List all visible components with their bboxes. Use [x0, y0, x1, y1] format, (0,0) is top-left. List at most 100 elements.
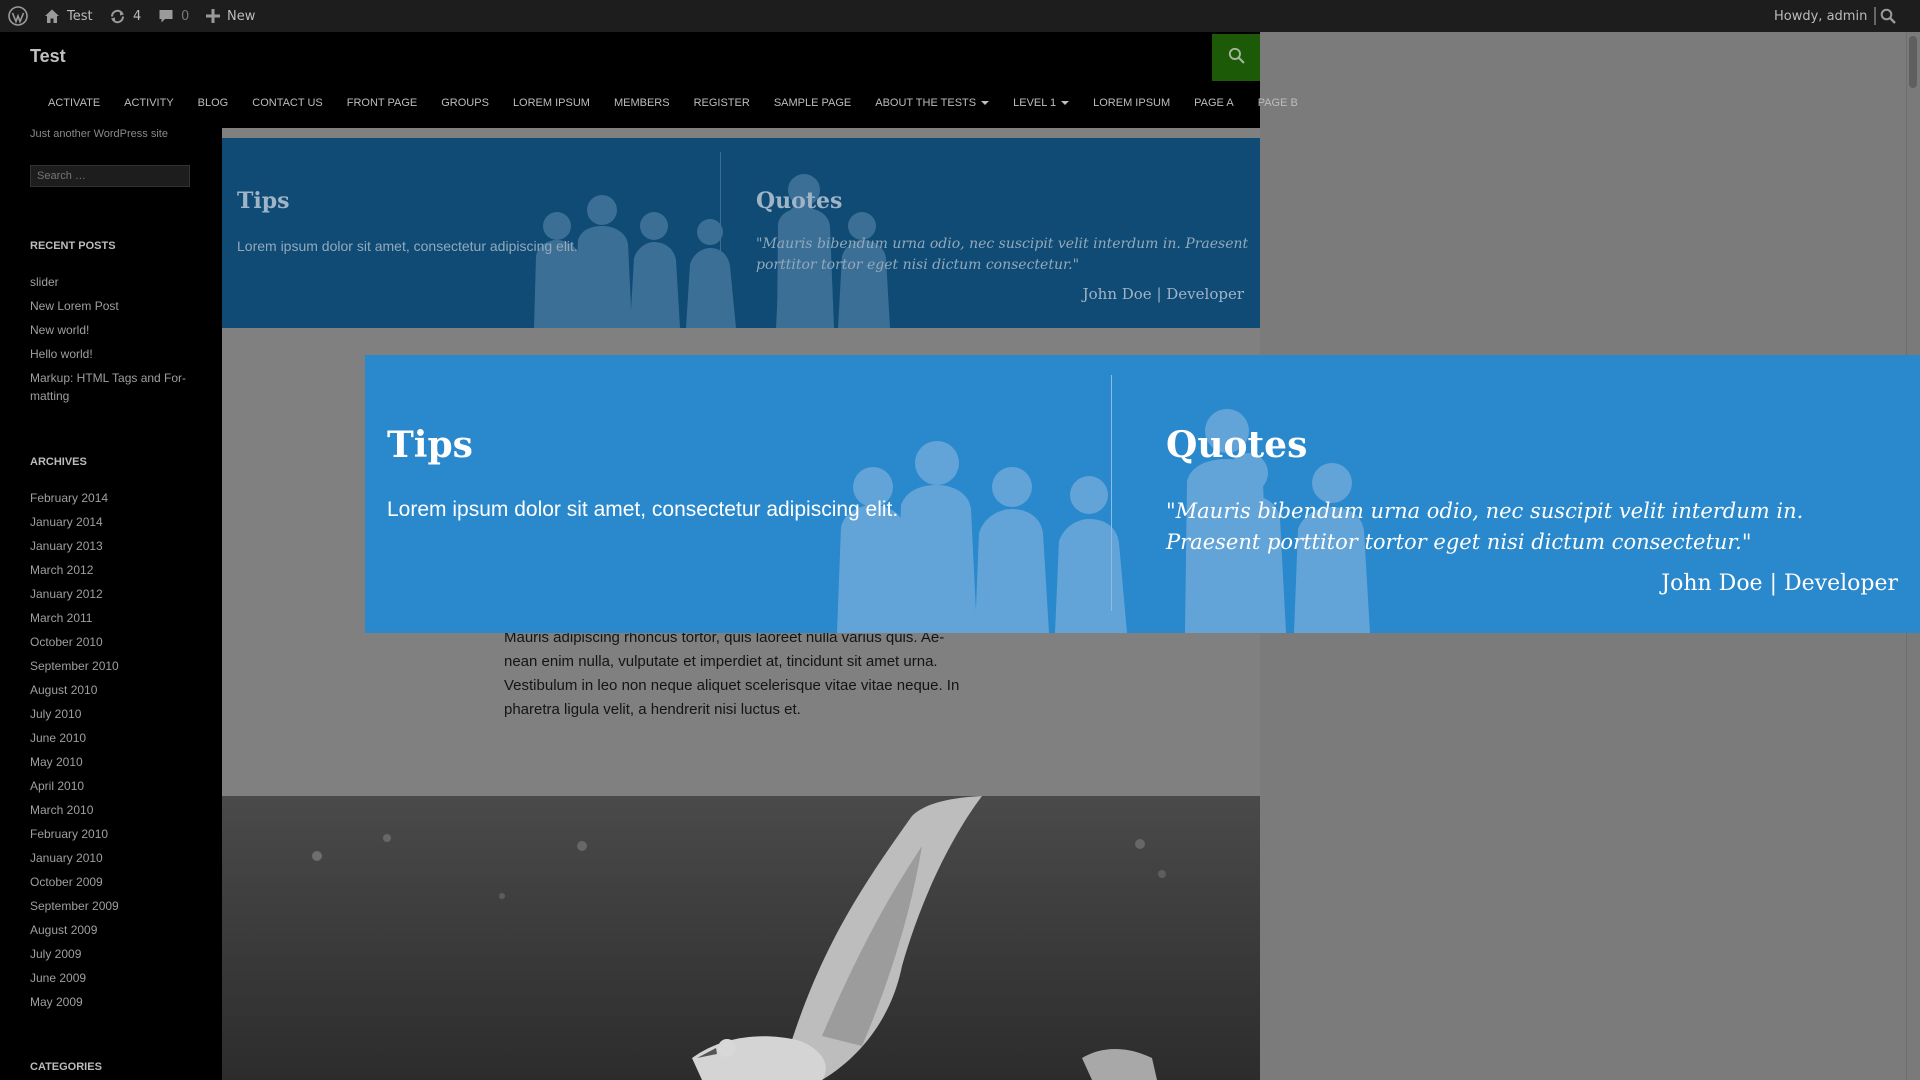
plus-icon — [206, 9, 220, 23]
nav-item-activate[interactable]: ACTIVATE — [48, 97, 100, 109]
content-line: nean enim nulla, vulputate et imperdiet … — [504, 653, 938, 670]
nav-item-label: ACTIVATE — [48, 97, 101, 109]
sidebar-search-input[interactable] — [30, 165, 190, 187]
recent-posts-title: RECENT POSTS — [30, 240, 116, 252]
list-item[interactable]: June 2009 — [30, 966, 119, 990]
list-item[interactable]: June 2010 — [30, 726, 119, 750]
list-item[interactable]: September 2009 — [30, 894, 119, 918]
site-title[interactable]: Test — [30, 46, 66, 67]
search-toggle-button[interactable] — [1212, 34, 1260, 81]
tips-text: Lorem ipsum dolor sit amet, consectetur … — [237, 238, 578, 254]
nav-item-label: BLOG — [197, 97, 229, 109]
updates-link[interactable]: 4 — [109, 0, 141, 32]
list-item[interactable]: October 2009 — [30, 870, 119, 894]
list-item[interactable]: January 2013 — [30, 534, 119, 558]
featured-image — [222, 796, 1260, 1080]
list-item[interactable]: Hello world! — [30, 342, 186, 366]
my-account-link[interactable]: Howdy, admin — [1774, 0, 1877, 32]
new-content-link[interactable]: New — [206, 0, 255, 32]
list-item[interactable]: April 2010 — [30, 774, 119, 798]
list-item[interactable]: May 2010 — [30, 750, 119, 774]
content-line: pharetra ligula velit, a hendrerit nisi … — [504, 701, 801, 718]
nav-item-label: LEVEL 1 — [1013, 97, 1057, 109]
list-item[interactable]: matting — [30, 387, 186, 405]
list-item[interactable]: February 2014 — [30, 486, 119, 510]
list-item[interactable]: February 2010 — [30, 822, 119, 846]
recent-posts-list: slider New Lorem Post New world! Hello w… — [30, 270, 186, 405]
updates-count: 4 — [133, 8, 142, 24]
nav-item-page-b[interactable]: PAGE B — [1258, 97, 1298, 109]
seagull-photo — [222, 796, 1260, 1080]
tips-text: Lorem ipsum dolor sit amet, consectetur … — [387, 498, 899, 521]
comments-link[interactable]: 0 — [158, 0, 189, 32]
quotes-title: Quotes — [1166, 424, 1308, 466]
nav-item-label: PAGE A — [1194, 97, 1234, 109]
nav-item-label: LOREM IPSUM — [1093, 97, 1171, 109]
list-item[interactable]: March 2012 — [30, 558, 119, 582]
nav-item-label: CONTACT US — [252, 97, 323, 109]
list-item[interactable]: New world! — [30, 318, 186, 342]
list-item[interactable]: January 2012 — [30, 582, 119, 606]
quote-signature: John Doe | Developer — [1661, 571, 1898, 596]
wordpress-logo-icon — [8, 6, 28, 26]
list-item[interactable]: May 2009 — [30, 990, 119, 1014]
quote-text: "Mauris bibendum urna odio, nec suscipit… — [756, 236, 1249, 273]
list-item[interactable]: January 2010 — [30, 846, 119, 870]
nav-item-label: PAGE B — [1257, 97, 1298, 109]
nav-item-lorem-ipsum[interactable]: LOREM IPSUM — [513, 97, 590, 109]
quote-text: "Mauris bibendum urna odio, nec suscipit… — [1166, 499, 1804, 554]
list-item[interactable]: August 2009 — [30, 918, 119, 942]
nav-item-level-1[interactable]: LEVEL 1 — [1013, 97, 1070, 109]
list-item[interactable]: August 2010 — [30, 678, 119, 702]
nav-item-label: SAMPLE PAGE — [773, 97, 852, 109]
list-item[interactable]: July 2010 — [30, 702, 119, 726]
site-header — [222, 32, 1260, 128]
nav-item-groups[interactable]: GROUPS — [441, 97, 489, 109]
home-icon — [44, 8, 60, 24]
post-content: Mauris adipiscing rhoncus tortor, quis l… — [504, 626, 986, 722]
list-item[interactable]: October 2010 — [30, 630, 119, 654]
nav-item-label: GROUPS — [441, 97, 489, 109]
categories-title: CATEGORIES — [30, 1061, 102, 1073]
chevron-down-icon — [981, 101, 990, 105]
site-name-link[interactable]: Test — [44, 0, 93, 32]
list-item[interactable]: September 2010 — [30, 654, 119, 678]
quotes-title: Quotes — [756, 188, 843, 214]
nav-item-members[interactable]: MEMBERS — [614, 97, 670, 109]
nav-item-blog[interactable]: BLOG — [198, 97, 229, 109]
wordpress-logo-button[interactable] — [8, 0, 28, 32]
list-item[interactable]: March 2010 — [30, 798, 119, 822]
chevron-down-icon — [1061, 101, 1070, 105]
nav-item-sample-page[interactable]: SAMPLE PAGE — [774, 97, 851, 109]
archives-title: ARCHIVES — [30, 456, 87, 468]
search-icon — [1228, 47, 1245, 68]
list-item[interactable]: Markup: HTML Tags and For- — [30, 369, 186, 387]
primary-navigation: ACTIVATE ACTIVITY BLOG CONTACT US FRONT … — [48, 97, 1298, 109]
tips-title: Tips — [387, 424, 473, 466]
tips-quotes-banner-popup[interactable]: Tips Lorem ipsum dolor sit amet, consect… — [365, 355, 1920, 633]
admin-search-button[interactable] — [1880, 0, 1896, 32]
nav-item-label: ABOUT THE TESTS — [875, 97, 977, 109]
list-item[interactable]: slider — [30, 270, 186, 294]
list-item[interactable]: January 2014 — [30, 510, 119, 534]
nav-item-label: MEMBERS — [613, 97, 670, 109]
nav-item-register[interactable]: REGISTER — [694, 97, 750, 109]
new-label: New — [227, 8, 256, 24]
list-item[interactable]: March 2011 — [30, 606, 119, 630]
nav-item-contact-us[interactable]: CONTACT US — [252, 97, 323, 109]
nav-item-about-the-tests[interactable]: ABOUT THE TESTS — [875, 97, 990, 109]
nav-item-front-page[interactable]: FRONT PAGE — [347, 97, 418, 109]
comments-count: 0 — [181, 8, 190, 24]
nav-item-activity[interactable]: ACTIVITY — [124, 97, 174, 109]
list-item[interactable]: New Lorem Post — [30, 294, 186, 318]
search-icon — [1880, 8, 1896, 24]
list-item[interactable]: July 2009 — [30, 942, 119, 966]
scrollbar-thumb[interactable] — [1909, 36, 1917, 88]
site-tagline: Just another WordPress site — [30, 128, 168, 140]
nav-item-lorem-ipsum-2[interactable]: LOREM IPSUM — [1093, 97, 1170, 109]
avatar — [1874, 7, 1877, 25]
content-line: Vestibulum in leo non neque aliquet scel… — [504, 677, 960, 694]
nav-item-label: REGISTER — [693, 97, 750, 109]
archives-list: February 2014 January 2014 January 2013 … — [30, 486, 119, 1014]
nav-item-page-a[interactable]: PAGE A — [1194, 97, 1234, 109]
